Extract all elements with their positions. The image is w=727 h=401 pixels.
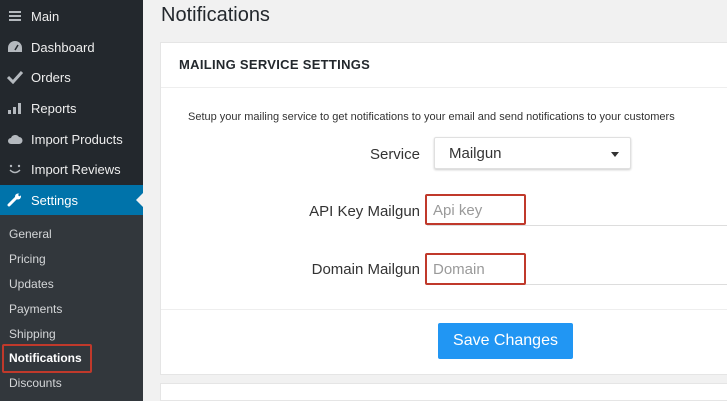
submenu-item-pricing[interactable]: Pricing: [9, 249, 46, 269]
chart-icon: [7, 100, 23, 116]
sidebar-item-import-products[interactable]: Import Products: [0, 124, 143, 154]
panel-description: Setup your mailing service to get notifi…: [188, 111, 675, 123]
page-title: Notifications: [161, 4, 270, 26]
sidebar-item-reports[interactable]: Reports: [0, 93, 143, 123]
sidebar-item-label: Import Reviews: [31, 161, 121, 177]
api-key-label: API Key Mailgun: [309, 203, 420, 220]
domain-label: Domain Mailgun: [311, 261, 420, 278]
divider: [161, 309, 727, 310]
submenu-item-shipping[interactable]: Shipping: [9, 324, 56, 344]
sidebar-item-label: Reports: [31, 100, 77, 116]
sidebar-item-label: Import Products: [31, 131, 123, 147]
sidebar-item-orders[interactable]: Orders: [0, 62, 143, 92]
submenu-item-updates[interactable]: Updates: [9, 274, 54, 294]
settings-submenu: General Pricing Updates Payments Shippin…: [0, 215, 143, 401]
sidebar-item-settings[interactable]: Settings: [0, 185, 143, 215]
sidebar-item-dashboard[interactable]: Dashboard: [0, 32, 143, 62]
sidebar: Main Dashboard Orders Reports Import Pro…: [0, 0, 143, 401]
checkmark-icon: [7, 69, 23, 85]
wrench-icon: [7, 192, 23, 208]
sidebar-item-label: Settings: [31, 192, 78, 208]
sidebar-item-main[interactable]: Main: [0, 1, 143, 31]
service-select[interactable]: Mailgun: [434, 137, 631, 169]
domain-highlight: [425, 253, 526, 285]
notifications-highlight: [2, 344, 92, 373]
api-key-highlight: [425, 194, 526, 225]
dashboard-icon: [7, 39, 23, 55]
submenu-item-payments[interactable]: Payments: [9, 299, 62, 319]
panel-header: MAILING SERVICE SETTINGS: [161, 43, 727, 88]
submenu-item-general[interactable]: General: [9, 224, 52, 244]
service-label: Service: [369, 146, 420, 163]
submenu-item-discounts[interactable]: Discounts: [9, 373, 62, 393]
sidebar-item-label: Orders: [31, 69, 71, 85]
next-panel: [160, 383, 727, 401]
cloud-icon: [7, 131, 23, 147]
save-changes-button[interactable]: Save Changes: [438, 323, 573, 359]
panel-title: MAILING SERVICE SETTINGS: [179, 57, 371, 72]
smile-icon: [7, 161, 23, 177]
menu-icon: [7, 8, 23, 24]
sidebar-item-import-reviews[interactable]: Import Reviews: [0, 154, 143, 184]
service-select-value: Mailgun: [449, 144, 502, 162]
sidebar-item-label: Main: [31, 8, 60, 24]
sidebar-item-label: Dashboard: [31, 39, 95, 55]
chevron-down-icon: [611, 152, 619, 157]
